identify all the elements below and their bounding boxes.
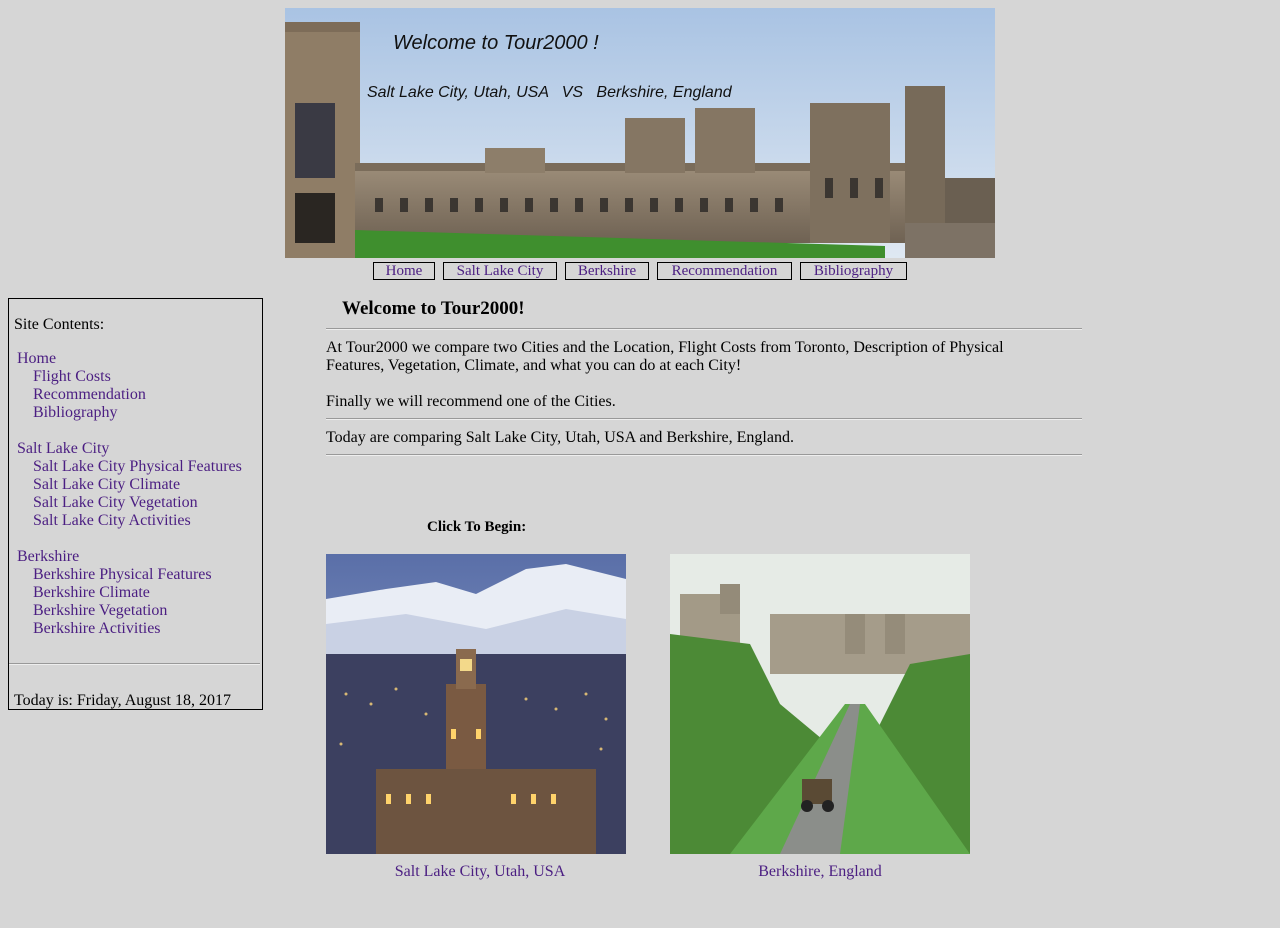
header-banner: Welcome to Tour2000 ! Salt Lake City, Ut… [285,8,995,258]
page-title: Welcome to Tour2000! [342,298,525,319]
sidebar-link-berkshire-physical-features[interactable]: Berkshire Physical Features [33,566,212,584]
sidebar-site-contents: Site Contents: Home Flight Costs Recomme… [8,298,263,710]
comparison-paragraph: Today are comparing Salt Lake City, Utah… [326,429,794,446]
salt-lake-city-caption-link[interactable]: Salt Lake City, Utah, USA [330,863,630,881]
nav-bibliography-button[interactable]: Bibliography [800,262,907,280]
sidebar-link-flight-costs[interactable]: Flight Costs [33,368,111,386]
sidebar-link-berkshire-activities[interactable]: Berkshire Activities [33,620,161,638]
banner-title: Welcome to Tour2000 ! [393,32,599,54]
berkshire-caption-link[interactable]: Berkshire, England [670,863,970,881]
divider [326,418,1082,420]
recommend-paragraph: Finally we will recommend one of the Cit… [326,393,616,410]
nav-berkshire-button[interactable]: Berkshire [565,262,649,280]
nav-home-button[interactable]: Home [373,262,435,280]
sidebar-link-slc-activities[interactable]: Salt Lake City Activities [33,512,191,530]
sidebar-link-berkshire-climate[interactable]: Berkshire Climate [33,584,150,602]
sidebar-link-berkshire-vegetation[interactable]: Berkshire Vegetation [33,602,167,620]
nav-recommendation-button[interactable]: Recommendation [657,262,792,280]
salt-lake-city-image [326,554,626,854]
sidebar-link-berkshire[interactable]: Berkshire [17,548,79,566]
berkshire-photo-link[interactable] [670,554,970,854]
divider [326,454,1082,456]
sidebar-link-salt-lake-city[interactable]: Salt Lake City [17,440,109,458]
sidebar-link-slc-vegetation[interactable]: Salt Lake City Vegetation [33,494,198,512]
castle-illustration [285,8,995,258]
salt-lake-city-photo-link[interactable] [326,554,626,854]
berkshire-image [670,554,970,854]
sidebar-heading: Site Contents: [14,316,105,333]
sidebar-date: Today is: Friday, August 18, 2017 [14,692,231,709]
intro-paragraph: At Tour2000 we compare two Cities and th… [326,339,1004,374]
banner-subtitle: Salt Lake City, Utah, USA VS Berkshire, … [367,84,732,101]
sidebar-divider [9,663,260,665]
sidebar-link-home[interactable]: Home [17,350,56,368]
nav-salt-lake-city-button[interactable]: Salt Lake City [443,262,557,280]
divider [326,328,1082,330]
sidebar-link-slc-climate[interactable]: Salt Lake City Climate [33,476,180,494]
click-to-begin-label: Click To Begin: [427,519,527,535]
sidebar-link-bibliography[interactable]: Bibliography [33,404,117,422]
sidebar-link-slc-physical-features[interactable]: Salt Lake City Physical Features [33,458,242,476]
sidebar-link-recommendation[interactable]: Recommendation [33,386,146,404]
